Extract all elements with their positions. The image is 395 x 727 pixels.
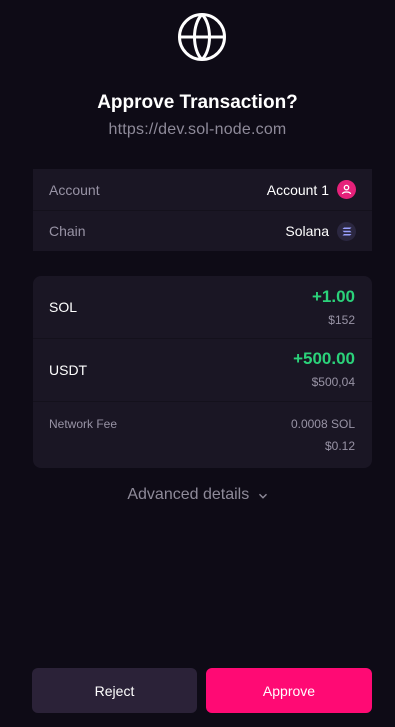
token-row-sol: SOL +1.00 $152 [33,276,372,339]
account-row: Account Account 1 [33,169,372,210]
transaction-card: SOL +1.00 $152 USDT +500.00 $500,04 Netw… [33,276,372,468]
approve-button[interactable]: Approve [206,668,372,713]
chevron-down-icon [258,486,268,504]
account-value-group: Account 1 [267,180,356,199]
token-amount: +1.00 [311,287,355,306]
fee-value: 0.0008 SOL [290,417,355,431]
solana-icon [337,221,356,241]
fee-label: Network Fee [49,417,118,431]
chain-value-group: Solana [285,221,356,241]
origin-url: https://dev.sol-node.com [108,121,287,138]
chain-label: Chain [49,223,86,239]
page-title: Approve Transaction? [97,92,298,113]
network-fee-row: Network Fee 0.0008 SOL $0.12 [33,402,372,468]
token-symbol: USDT [49,362,88,378]
approve-button-label: Approve [262,682,316,699]
advanced-details-toggle[interactable]: Advanced details [0,486,395,504]
chain-value: Solana [285,223,329,239]
user-icon [337,180,356,199]
chain-row: Chain Solana [33,210,372,251]
account-value: Account 1 [266,181,329,198]
account-label: Account [49,181,100,198]
reject-button-label: Reject [94,682,135,699]
token-amount: +500.00 [293,349,355,368]
reject-button[interactable]: Reject [32,668,197,713]
details-card: Account Account 1 Chain Solana [33,169,372,251]
fee-usd-value: $0.12 [324,439,355,453]
globe-icon [177,12,227,62]
token-usd-value: $500,04 [311,375,355,389]
token-usd-value: $152 [328,313,355,327]
token-symbol: SOL [49,299,78,315]
token-row-usdt: USDT +500.00 $500,04 [33,339,372,402]
advanced-details-label: Advanced details [127,486,250,504]
